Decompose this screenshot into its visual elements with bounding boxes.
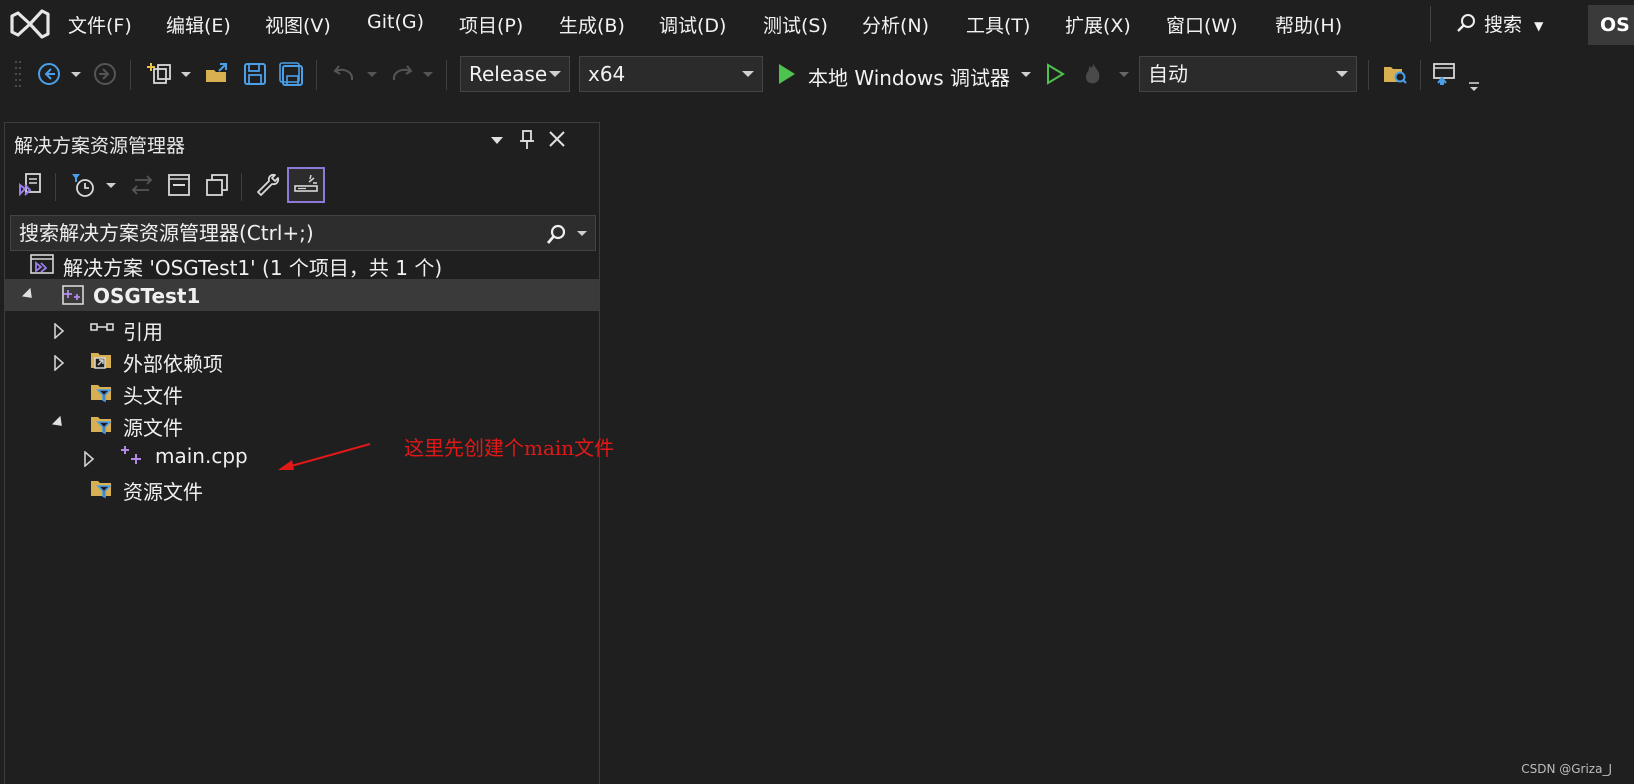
back-dropdown-icon[interactable] (68, 59, 84, 89)
menu-test[interactable]: 测试(S) (763, 11, 828, 38)
solution-search-input[interactable]: 搜索解决方案资源管理器(Ctrl+;) (10, 215, 596, 251)
platform-value: x64 (588, 62, 626, 86)
debug-mode-value: 自动 (1148, 62, 1188, 86)
search-placeholder: 搜索解决方案资源管理器(Ctrl+;) (19, 221, 314, 245)
filter-dropdown-icon[interactable] (103, 167, 119, 203)
chevron-down-icon (1336, 71, 1348, 77)
pending-changes-filter-icon[interactable] (65, 167, 101, 203)
pin-icon[interactable] (519, 129, 535, 156)
solution-platform-select[interactable]: x64 (579, 56, 763, 92)
tree-label: 源文件 (123, 416, 183, 440)
collapsed-chevron-icon[interactable] (53, 320, 65, 344)
global-search-button[interactable]: 搜索 ▼ (1456, 10, 1543, 38)
tree-label: 头文件 (123, 384, 183, 408)
visual-studio-logo-icon[interactable] (10, 7, 50, 41)
menu-edit[interactable]: 编辑(E) (166, 11, 231, 38)
run-target-label[interactable]: 本地 Windows 调试器 (808, 62, 1010, 91)
external-dependencies-icon (89, 348, 113, 370)
debug-mode-select[interactable]: 自动 (1139, 56, 1357, 92)
menu-tools[interactable]: 工具(T) (966, 11, 1030, 38)
search-label: 搜索 (1484, 14, 1523, 36)
solution-node[interactable]: 解决方案 'OSGTest1' (1 个项目，共 1 个) (5, 247, 599, 280)
filter-folder-icon (89, 476, 113, 499)
menu-window[interactable]: 窗口(W) (1166, 11, 1238, 38)
start-without-debugging-icon[interactable] (1042, 59, 1068, 89)
tree-item-external-dependencies[interactable]: 外部依赖项 (5, 343, 599, 376)
collapsed-chevron-icon[interactable] (83, 448, 95, 472)
annotation-text: 这里先创建个main文件 (404, 436, 615, 460)
collapse-all-icon[interactable] (163, 167, 195, 203)
new-item-dropdown-icon[interactable] (178, 59, 194, 89)
navigate-back-icon[interactable] (34, 59, 64, 89)
search-options-chevron-icon[interactable] (577, 231, 587, 236)
panel-menu-chevron-icon[interactable] (491, 137, 503, 144)
standard-toolbar: Release x64 本地 Windows 调试器 自动 (0, 52, 1634, 98)
annotation-arrow-icon (278, 443, 371, 470)
menu-project[interactable]: 项目(P) (459, 11, 523, 38)
expanded-chevron-icon[interactable] (51, 415, 67, 431)
menu-extensions[interactable]: 扩展(X) (1065, 11, 1131, 38)
filter-folder-icon (89, 380, 113, 403)
hot-reload-icon[interactable] (1078, 59, 1108, 89)
menu-debug[interactable]: 调试(D) (659, 11, 726, 38)
tree-label: main.cpp (155, 444, 248, 468)
find-in-files-icon[interactable] (1380, 59, 1410, 89)
watermark: CSDN @Griza_J (1521, 762, 1612, 776)
undo-dropdown-icon[interactable] (364, 59, 380, 89)
hot-reload-dropdown-icon[interactable] (1116, 59, 1132, 89)
solution-configuration-select[interactable]: Release (460, 56, 570, 92)
filter-folder-icon (89, 412, 113, 435)
properties-wrench-icon[interactable] (251, 167, 285, 203)
switch-views-icon[interactable] (13, 167, 49, 203)
collapsed-chevron-icon[interactable] (53, 352, 65, 376)
project-node[interactable]: OSGTest1 (5, 279, 599, 311)
menu-bar: 文件(F) 编辑(E) 视图(V) Git(G) 项目(P) 生成(B) 调试(… (0, 0, 1634, 48)
new-project-icon[interactable] (142, 59, 176, 89)
tree-item-references[interactable]: 引用 (5, 311, 599, 344)
menu-separator (1430, 6, 1431, 42)
run-target-dropdown-icon[interactable] (1018, 59, 1034, 89)
menu-git[interactable]: Git(G) (367, 11, 424, 33)
tree-label: 引用 (123, 320, 163, 344)
panel-title: 解决方案资源管理器 (14, 135, 186, 157)
chevron-down-icon: ▼ (1534, 18, 1544, 33)
menu-view[interactable]: 视图(V) (265, 11, 331, 38)
tree-item-header-files[interactable]: 头文件 (5, 375, 599, 408)
close-icon[interactable] (547, 129, 567, 154)
show-all-files-icon[interactable] (201, 167, 233, 203)
navigate-forward-icon[interactable] (90, 59, 120, 89)
cpp-project-icon (61, 284, 85, 306)
open-folder-icon[interactable] (202, 59, 232, 89)
solution-name-badge[interactable]: OS (1588, 5, 1634, 45)
menu-file[interactable]: 文件(F) (68, 11, 132, 38)
toolbar-grip-icon[interactable] (12, 59, 24, 89)
cpp-file-icon (119, 444, 143, 466)
redo-dropdown-icon[interactable] (420, 59, 436, 89)
tree-label: 资源文件 (123, 480, 203, 504)
solution-icon (29, 252, 54, 274)
save-icon[interactable] (240, 59, 270, 89)
menu-analyze[interactable]: 分析(N) (862, 11, 929, 38)
redo-icon[interactable] (386, 59, 416, 89)
live-share-icon[interactable] (1430, 59, 1462, 89)
expanded-chevron-icon[interactable] (21, 287, 37, 303)
preview-selected-items-icon[interactable] (287, 167, 325, 203)
configuration-value: Release (469, 62, 548, 86)
solution-label: 解决方案 'OSGTest1' (1 个项目，共 1 个) (63, 256, 443, 280)
undo-icon[interactable] (330, 59, 360, 89)
sync-with-active-document-icon[interactable] (127, 167, 157, 203)
chevron-down-icon (549, 71, 561, 77)
tree-label: 外部依赖项 (123, 352, 223, 376)
menu-build[interactable]: 生成(B) (559, 11, 625, 38)
references-icon (89, 316, 114, 338)
toolbar-overflow-icon[interactable] (1466, 72, 1482, 102)
start-debugging-icon[interactable] (774, 59, 798, 89)
save-all-icon[interactable] (276, 59, 306, 89)
chevron-down-icon (742, 71, 754, 77)
search-icon (1456, 13, 1478, 38)
menu-help[interactable]: 帮助(H) (1275, 11, 1342, 38)
project-label: OSGTest1 (93, 284, 201, 308)
